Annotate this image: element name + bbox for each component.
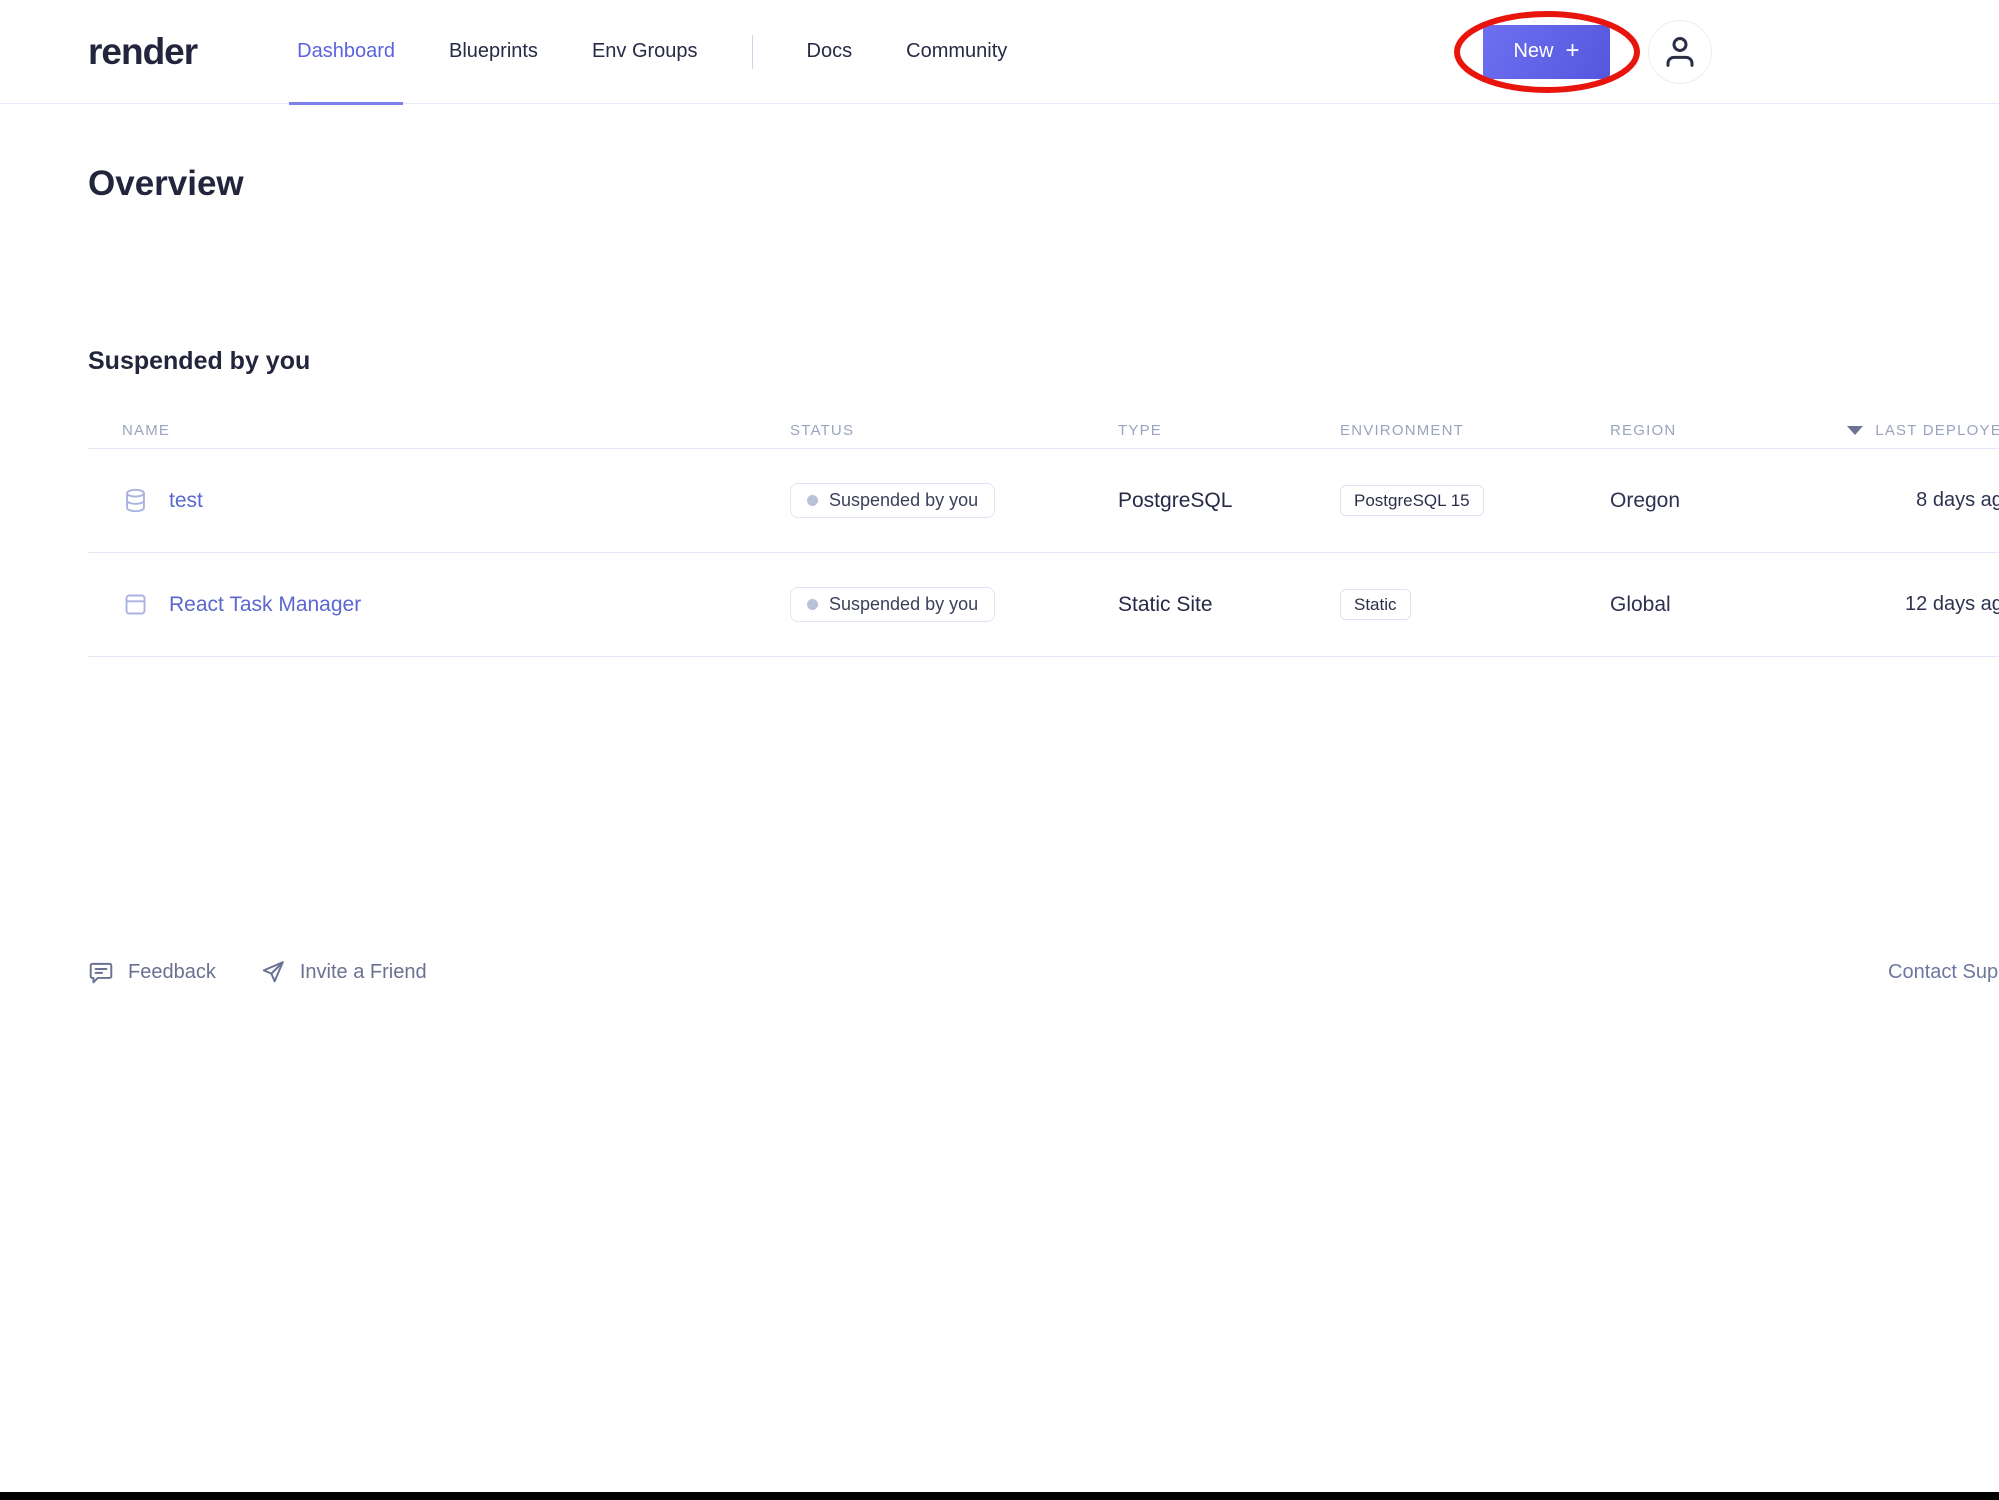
nav-item-dashboard[interactable]: Dashboard xyxy=(297,0,395,104)
type-cell: Static Site xyxy=(1118,593,1340,617)
status-dot-icon xyxy=(807,495,818,506)
service-type: Static Site xyxy=(1118,593,1213,616)
page-footer: Feedback Invite a Friend Contact Support xyxy=(88,948,1999,996)
render-logo[interactable]: render xyxy=(88,31,197,73)
name-cell: React Task Manager xyxy=(88,591,790,618)
column-header-region[interactable]: REGION xyxy=(1610,422,1840,439)
status-cell: Suspended by you xyxy=(790,483,1118,518)
feedback-label: Feedback xyxy=(128,961,216,984)
bottom-black-bar xyxy=(0,1492,1999,1500)
feedback-bubble-icon xyxy=(88,959,114,985)
last-deploy-cell: 8 days ago xyxy=(1840,489,1999,512)
nav-item-env-groups[interactable]: Env Groups xyxy=(592,0,698,104)
new-button-label: New xyxy=(1513,40,1553,63)
nav-item-blueprints[interactable]: Blueprints xyxy=(449,0,538,104)
status-badge: Suspended by you xyxy=(790,483,995,518)
status-dot-icon xyxy=(807,599,818,610)
page-title: Overview xyxy=(88,164,1999,204)
table-header-row: NAME STATUS TYPE ENVIRONMENT REGION LAST… xyxy=(88,412,1999,449)
paper-plane-icon xyxy=(260,959,286,985)
main-content: Overview Suspended by you NAME STATUS TY… xyxy=(0,164,1999,657)
plus-icon: + xyxy=(1566,37,1580,65)
environment-cell: PostgreSQL 15 xyxy=(1340,485,1610,516)
database-icon xyxy=(122,487,149,514)
table-row[interactable]: React Task Manager Suspended by you Stat… xyxy=(88,553,1999,657)
status-label: Suspended by you xyxy=(829,490,978,511)
invite-friend-label: Invite a Friend xyxy=(300,961,427,984)
nav-divider xyxy=(752,35,753,69)
static-site-icon xyxy=(122,591,149,618)
column-header-last-deployed-label: LAST DEPLOYED xyxy=(1875,422,1999,439)
table-row[interactable]: test Suspended by you PostgreSQL Postgre… xyxy=(88,449,1999,553)
last-deploy-label: 8 days ago xyxy=(1916,489,1999,512)
column-header-type[interactable]: TYPE xyxy=(1118,422,1340,439)
nav-right: New + xyxy=(1483,20,1999,84)
environment-badge: PostgreSQL 15 xyxy=(1340,485,1484,516)
invite-friend-link[interactable]: Invite a Friend xyxy=(260,959,427,985)
last-deploy-label: 12 days ago xyxy=(1905,593,1999,616)
user-icon xyxy=(1660,32,1700,72)
account-menu-button[interactable] xyxy=(1648,20,1712,84)
region-cell: Oregon xyxy=(1610,489,1840,513)
column-header-last-deployed[interactable]: LAST DEPLOYED xyxy=(1840,422,1999,439)
feedback-link[interactable]: Feedback xyxy=(88,959,216,985)
type-cell: PostgreSQL xyxy=(1118,489,1340,513)
service-name-link[interactable]: React Task Manager xyxy=(169,593,361,617)
region-label: Global xyxy=(1610,593,1671,616)
service-name-link[interactable]: test xyxy=(169,489,203,513)
primary-nav: Dashboard Blueprints Env Groups Docs Com… xyxy=(297,0,1007,104)
status-cell: Suspended by you xyxy=(790,587,1118,622)
status-label: Suspended by you xyxy=(829,594,978,615)
column-header-status[interactable]: STATUS xyxy=(790,422,1118,439)
column-header-name[interactable]: NAME xyxy=(88,422,790,439)
top-nav: render Dashboard Blueprints Env Groups D… xyxy=(0,0,1999,104)
environment-badge: Static xyxy=(1340,589,1411,620)
contact-support-link[interactable]: Contact Support xyxy=(1888,961,1999,984)
nav-item-docs[interactable]: Docs xyxy=(807,0,853,104)
status-badge: Suspended by you xyxy=(790,587,995,622)
service-type: PostgreSQL xyxy=(1118,489,1232,512)
section-title: Suspended by you xyxy=(88,347,1999,376)
name-cell: test xyxy=(88,487,790,514)
last-deploy-cell: 12 days ago xyxy=(1840,593,1999,616)
column-header-environment[interactable]: ENVIRONMENT xyxy=(1340,422,1610,439)
environment-cell: Static xyxy=(1340,589,1610,620)
new-button[interactable]: New + xyxy=(1483,25,1610,79)
region-label: Oregon xyxy=(1610,489,1680,512)
sort-descending-icon xyxy=(1847,426,1863,435)
nav-item-community[interactable]: Community xyxy=(906,0,1007,104)
region-cell: Global xyxy=(1610,593,1840,617)
services-table: NAME STATUS TYPE ENVIRONMENT REGION LAST… xyxy=(88,412,1999,657)
